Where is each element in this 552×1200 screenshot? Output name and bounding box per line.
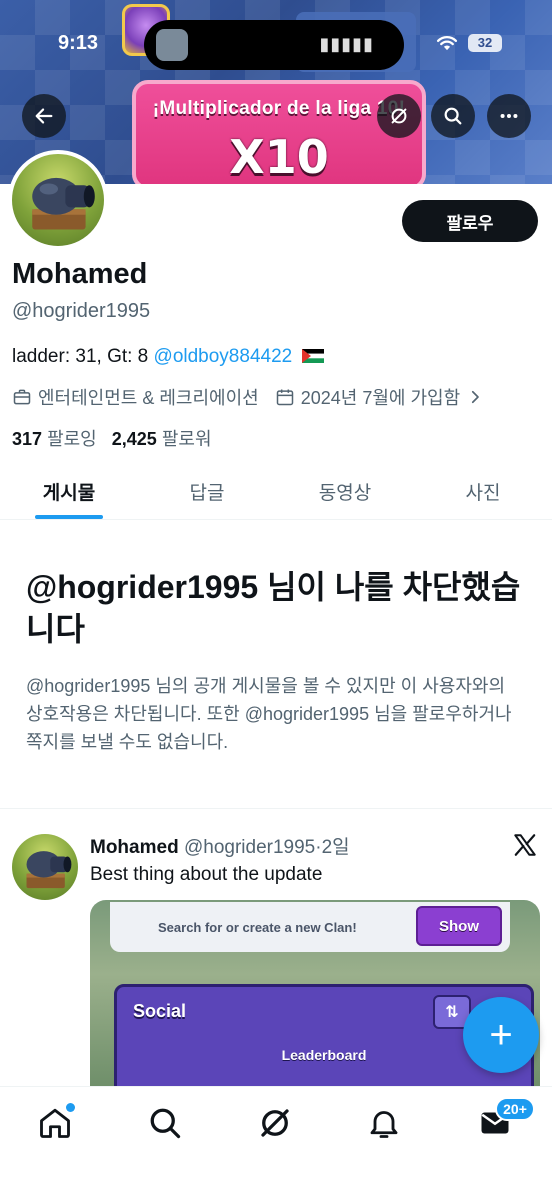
grok-icon <box>391 108 407 124</box>
followers-label: 팔로워 <box>161 429 212 449</box>
wifi-icon <box>436 36 458 51</box>
audio-wave-icon: ▮▮▮▮▮ <box>319 34 374 54</box>
back-button[interactable] <box>22 94 66 138</box>
now-playing-thumbnail <box>156 29 188 61</box>
post-avatar[interactable] <box>12 834 78 900</box>
post-author-handle[interactable]: @hogrider1995 <box>184 837 315 858</box>
profile-bio: ladder: 31, Gt: 8 @oldboy884422 <box>12 346 324 368</box>
more-button[interactable] <box>487 94 531 138</box>
more-horizontal-icon <box>500 113 518 119</box>
tab-photos[interactable]: 사진 <box>414 464 552 519</box>
tab-posts[interactable]: 게시물 <box>0 464 138 519</box>
post-time: 2일 <box>321 837 350 858</box>
profile-meta: 엔터테인먼트 & 레크리에이션 2024년 7월에 가입함 <box>12 384 484 410</box>
following-count: 317 <box>12 429 43 449</box>
bell-icon <box>370 1111 398 1138</box>
profile-display-name: Mohamed <box>12 258 148 290</box>
status-indicators: 32 <box>436 34 502 52</box>
media-search-text: Search for or create a new Clan! <box>158 920 357 935</box>
nav-home[interactable] <box>37 1103 75 1141</box>
media-social-title: Social <box>133 1001 187 1021</box>
media-search-bar: Search for or create a new Clan! Show <box>110 902 510 952</box>
dynamic-island[interactable]: ▮▮▮▮▮ <box>144 20 404 70</box>
compose-post-button[interactable]: + <box>463 997 539 1073</box>
x-logo-icon[interactable] <box>512 832 538 858</box>
bottom-navigation: 20+ <box>0 1086 552 1200</box>
blocked-notice-title: @hogrider1995 님이 나를 차단했습니다 <box>26 569 521 647</box>
follow-button[interactable]: 팔로우 <box>402 200 538 242</box>
following-link[interactable]: 317 팔로잉 <box>12 429 97 449</box>
media-show-button: Show <box>416 906 502 946</box>
nav-notifications[interactable] <box>366 1105 402 1141</box>
profile-joined-date: 2024년 7월에 가입함 <box>300 388 461 408</box>
profile-category: 엔터테인먼트 & 레크리에이션 <box>38 388 259 408</box>
profile-handle: @hogrider1995 <box>12 300 151 322</box>
calendar-icon <box>276 389 293 406</box>
cannon-avatar-image <box>32 177 95 230</box>
arrow-left-icon <box>35 108 53 124</box>
battery-indicator: 32 <box>468 34 502 52</box>
tab-videos[interactable]: 동영상 <box>276 464 414 519</box>
plus-icon: + <box>489 1012 513 1057</box>
nav-search[interactable] <box>147 1105 183 1141</box>
status-time: 9:13 <box>58 32 99 54</box>
blocked-notice-description: @hogrider1995 님의 공개 게시물을 볼 수 있지만 이 사용자와의… <box>26 676 512 752</box>
search-icon <box>150 1108 181 1139</box>
palestine-flag-icon <box>301 349 324 363</box>
league-multiplier-card: ¡Multiplicador de la liga 10! X10 <box>132 80 426 184</box>
home-notification-dot <box>66 1103 75 1112</box>
following-label: 팔로잉 <box>47 429 97 449</box>
followers-count: 2,425 <box>111 429 157 449</box>
tab-replies[interactable]: 답글 <box>138 464 276 519</box>
briefcase-icon <box>13 389 31 405</box>
grok-button[interactable] <box>377 94 421 138</box>
post-text: Best thing about the update <box>90 864 323 885</box>
nav-grok[interactable] <box>257 1105 293 1141</box>
follow-stats: 317 팔로잉 2,425 팔로워 <box>12 425 212 451</box>
search-icon <box>444 107 462 125</box>
league-multiplier-value: X10 <box>229 130 329 184</box>
followers-link[interactable]: 2,425 팔로워 <box>112 429 212 449</box>
post-header: Mohamed @hogrider1995·2일 <box>90 832 350 859</box>
grok-icon <box>261 1109 289 1137</box>
profile-avatar[interactable] <box>8 150 108 250</box>
post-author-name[interactable]: Mohamed <box>90 837 179 858</box>
cannon-avatar-image <box>26 851 72 889</box>
section-divider <box>0 808 552 809</box>
profile-tabs: 게시물 답글 동영상 사진 <box>0 464 552 520</box>
messages-badge: 20+ <box>495 1097 535 1121</box>
bio-text: ladder: 31, Gt: 8 <box>12 346 154 367</box>
bio-mention-link[interactable]: @oldboy884422 <box>154 346 293 367</box>
chevron-right-icon[interactable] <box>466 388 484 406</box>
search-button[interactable] <box>431 94 475 138</box>
